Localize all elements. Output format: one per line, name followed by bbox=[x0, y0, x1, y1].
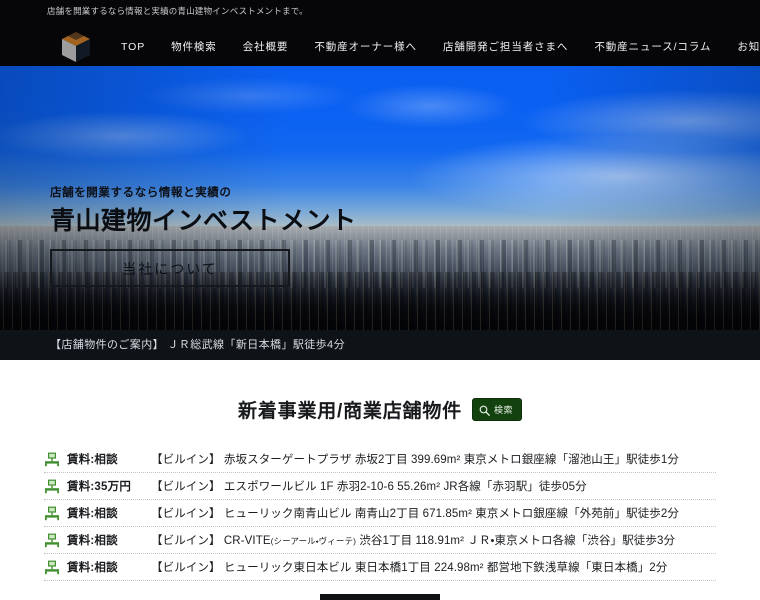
hero-copy-block: 店舗を開業するなら情報と実績の 青山建物インベストメント 当社について bbox=[50, 184, 470, 287]
listing-area: 55.26m² bbox=[397, 481, 441, 493]
about-us-button[interactable]: 当社について bbox=[50, 248, 290, 287]
listing-building: 赤坂スターゲートプラザ bbox=[223, 454, 352, 466]
listing-address: 東日本橋1丁目 bbox=[354, 562, 431, 574]
page-root: 店舗を開業するなら情報と実績の青山建物インベストメントまで。 TOP 物件検索 … bbox=[0, 0, 760, 600]
listing-building: ヒューリック東日本ビル bbox=[223, 562, 352, 574]
listing-access: 東京メトロ銀座線「溜池山王」駅徒歩1分 bbox=[463, 454, 679, 466]
more-listings-button[interactable] bbox=[320, 594, 440, 600]
nav-item-property-search[interactable]: 物件検索 bbox=[158, 30, 230, 64]
listing-description: 【ビルイン】 ヒューリック東日本ビル 東日本橋1丁目 224.98m² 都営地下… bbox=[151, 559, 667, 575]
building-icon bbox=[44, 479, 60, 494]
listing-description: 【ビルイン】 赤坂スターゲートプラザ 赤坂2丁目 399.69m² 東京メトロ銀… bbox=[151, 451, 679, 467]
news-ticker-bar: 【店舗物件のご案内】 ＪＲ総武線「新日本橋」駅徒歩4分 bbox=[0, 330, 760, 360]
nav-item-for-developers[interactable]: 店舗開発ご担当者さまへ bbox=[430, 30, 581, 64]
nav-item-for-owners[interactable]: 不動産オーナー様へ bbox=[301, 30, 430, 64]
main-navigation: TOP 物件検索 会社概要 不動産オーナー様へ 店舗開発ご担当者さまへ 不動産ニ… bbox=[108, 30, 760, 64]
listing-description: 【ビルイン】 エスポワールビル 1F 赤羽2-10-6 55.26m² JR各線… bbox=[151, 478, 587, 494]
hero-subtitle: 店舗を開業するなら情報と実績の bbox=[50, 187, 232, 199]
search-button[interactable]: 検索 bbox=[471, 397, 522, 421]
search-button-label: 検索 bbox=[493, 404, 513, 415]
building-icon bbox=[44, 560, 60, 575]
listing-address: 赤坂2丁目 bbox=[354, 454, 408, 466]
site-tagline: 店舗を開業するなら情報と実績の青山建物インベストメントまで。 bbox=[47, 6, 308, 16]
listing-access: ＪＲ・東京メトロ各線「渋谷」駅徒歩3分 bbox=[467, 535, 676, 547]
more-listings-wrap bbox=[0, 594, 760, 600]
magnifier-icon bbox=[479, 404, 490, 416]
nav-item-news-column[interactable]: 不動産ニュース/コラム bbox=[581, 30, 724, 64]
listing-area: 224.98m² bbox=[434, 562, 484, 574]
ticker-news-link[interactable]: 【店舗物件のご案内】 ＪＲ総武線「新日本橋」駅徒歩4分 bbox=[50, 330, 345, 360]
listing-address: 南青山2丁目 bbox=[354, 508, 420, 520]
listing-rent: 賃料:相談 bbox=[67, 508, 118, 520]
building-icon bbox=[44, 533, 60, 548]
nav-item-company-profile[interactable]: 会社概要 bbox=[230, 30, 302, 64]
list-item[interactable]: 賃料:相談 【ビルイン】 赤坂スターゲートプラザ 赤坂2丁目 399.69m² … bbox=[44, 446, 716, 473]
listing-address: 赤羽2-10-6 bbox=[336, 481, 394, 493]
listing-type: 【ビルイン】 bbox=[151, 535, 221, 547]
listing-rent: 賃料:相談 bbox=[67, 535, 118, 547]
hero-title: 青山建物インベストメント bbox=[50, 207, 357, 235]
list-item[interactable]: 賃料:相談 【ビルイン】 ヒューリック南青山ビル 南青山2丁目 671.85m²… bbox=[44, 500, 716, 527]
list-item[interactable]: 賃料:35万円 【ビルイン】 エスポワールビル 1F 赤羽2-10-6 55.2… bbox=[44, 473, 716, 500]
listing-building: CR-VITE bbox=[223, 535, 271, 547]
listings-list: 賃料:相談 【ビルイン】 赤坂スターゲートプラザ 赤坂2丁目 399.69m² … bbox=[44, 446, 716, 581]
building-icon bbox=[44, 452, 60, 467]
nav-item-top[interactable]: TOP bbox=[108, 30, 158, 64]
hero-banner: 店舗を開業するなら情報と実績の 青山建物インベストメント 当社について bbox=[0, 66, 760, 330]
new-listings-header: 新着事業用/商業店舗物件 検索 bbox=[0, 386, 760, 432]
listing-rent: 賃料:相談 bbox=[67, 454, 118, 466]
listing-type: 【ビルイン】 bbox=[151, 562, 221, 574]
listing-access: JR各線「赤羽駅」徒歩05分 bbox=[443, 481, 587, 493]
list-item[interactable]: 賃料:相談 【ビルイン】 ヒューリック東日本ビル 東日本橋1丁目 224.98m… bbox=[44, 554, 716, 581]
listing-rent: 賃料:相談 bbox=[67, 562, 118, 574]
listing-building-kana: (シーアール・ヴィーテ) bbox=[270, 536, 357, 546]
main-content: 新着事業用/商業店舗物件 検索 賃料:相談 【ビルイン】 赤坂スターゲートプラザ… bbox=[0, 386, 760, 600]
listing-area: 118.91m² bbox=[415, 535, 465, 547]
list-item[interactable]: 賃料:相談 【ビルイン】 CR-VITE(シーアール・ヴィーテ) 渋谷1丁目 1… bbox=[44, 527, 716, 554]
listing-building: ヒューリック南青山ビル bbox=[223, 508, 352, 520]
building-icon bbox=[44, 506, 60, 521]
listing-access: 東京メトロ銀座線「外苑前」駅徒歩2分 bbox=[475, 508, 679, 520]
nav-item-announcements[interactable]: お知らせ bbox=[724, 30, 760, 64]
listing-area: 399.69m² bbox=[411, 454, 461, 466]
listing-type: 【ビルイン】 bbox=[151, 508, 221, 520]
listing-building: エスポワールビル 1F bbox=[223, 481, 334, 493]
listing-access: 都営地下鉄浅草線「東日本橋」2分 bbox=[486, 562, 668, 574]
aoyama-cube-logo[interactable] bbox=[58, 30, 94, 64]
listing-type: 【ビルイン】 bbox=[151, 454, 221, 466]
listing-rent: 賃料:35万円 bbox=[67, 481, 132, 493]
listing-area: 671.85m² bbox=[422, 508, 472, 520]
listing-type: 【ビルイン】 bbox=[151, 481, 221, 493]
listing-address: 渋谷1丁目 bbox=[359, 535, 413, 547]
listing-description: 【ビルイン】 ヒューリック南青山ビル 南青山2丁目 671.85m² 東京メトロ… bbox=[151, 505, 679, 521]
listing-description: 【ビルイン】 CR-VITE(シーアール・ヴィーテ) 渋谷1丁目 118.91m… bbox=[151, 532, 675, 548]
site-header: 店舗を開業するなら情報と実績の青山建物インベストメントまで。 TOP 物件検索 … bbox=[0, 0, 760, 66]
section-title: 新着事業用/商業店舗物件 bbox=[238, 400, 462, 422]
